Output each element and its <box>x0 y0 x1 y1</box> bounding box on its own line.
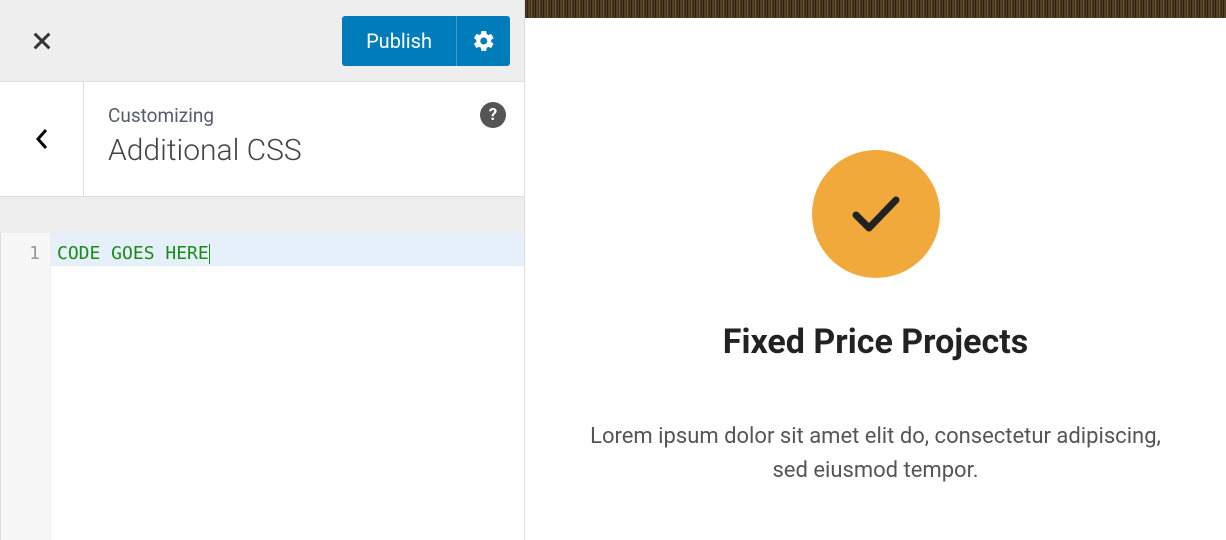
section-header: Customizing Additional CSS ? <box>0 82 524 197</box>
text-cursor <box>209 244 210 264</box>
help-button[interactable]: ? <box>480 102 506 128</box>
code-text: CODE GOES HERE <box>57 243 209 264</box>
chevron-left-icon <box>33 127 51 151</box>
code-area[interactable]: CODE GOES HERE <box>51 233 524 540</box>
code-line[interactable]: CODE GOES HERE <box>51 233 524 266</box>
preview-content: Fixed Price Projects Lorem ipsum dolor s… <box>525 18 1226 540</box>
section-title: Additional CSS <box>108 133 504 168</box>
feature-heading: Fixed Price Projects <box>723 322 1028 362</box>
back-button[interactable] <box>0 82 84 196</box>
site-preview: Fixed Price Projects Lorem ipsum dolor s… <box>525 0 1226 540</box>
check-icon <box>850 193 902 235</box>
close-icon <box>31 30 53 52</box>
css-editor-wrap: 1 CODE GOES HERE <box>0 197 524 540</box>
publish-settings-button[interactable] <box>456 16 510 66</box>
line-gutter: 1 <box>1 233 51 540</box>
help-icon: ? <box>489 105 497 125</box>
publish-group: Publish <box>342 16 510 66</box>
publish-button[interactable]: Publish <box>342 16 456 66</box>
close-button[interactable] <box>0 0 84 82</box>
hero-image-strip <box>525 0 1226 18</box>
editor-spacer <box>0 197 524 233</box>
feature-icon-circle <box>812 150 940 278</box>
feature-body: Lorem ipsum dolor sit amet elit do, cons… <box>576 420 1176 488</box>
css-editor[interactable]: 1 CODE GOES HERE <box>0 233 524 540</box>
section-titles: Customizing Additional CSS ? <box>84 82 524 196</box>
customizer-sidebar: Publish Customizing Additional CSS ? 1 C… <box>0 0 525 540</box>
customizer-topbar: Publish <box>0 0 524 82</box>
line-number: 1 <box>1 243 40 264</box>
gear-icon <box>472 29 496 53</box>
section-eyebrow: Customizing <box>108 104 504 127</box>
